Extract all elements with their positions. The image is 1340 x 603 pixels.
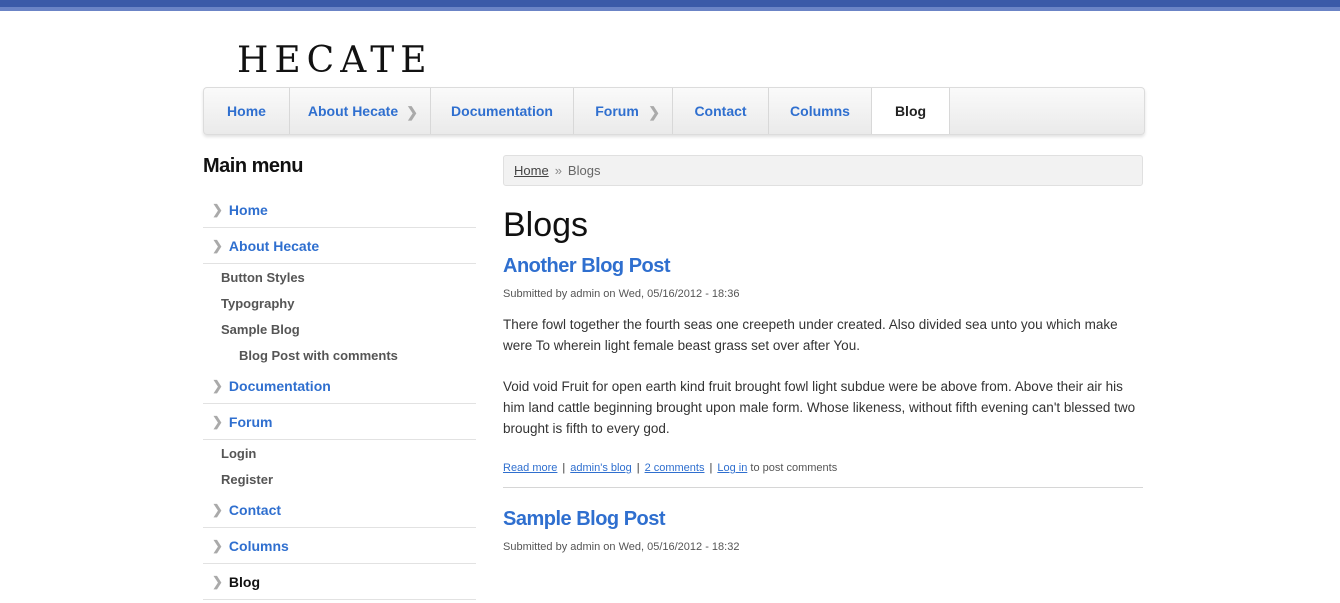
chevron-right-icon: ❯ (212, 537, 223, 553)
login-suffix-text: to post comments (750, 462, 838, 474)
breadcrumb: Home » Blogs (503, 155, 1143, 186)
sidebar: Main menu ❯ Home ❯ About Hecate Button S… (203, 155, 476, 600)
sidebar-item-blog-post-with-comments[interactable]: Blog Post with comments (203, 342, 476, 368)
nav-item-home[interactable]: Home (204, 88, 290, 134)
login-link[interactable]: Log in (717, 462, 747, 474)
sidebar-item-label: Contact (228, 501, 282, 518)
sidebar-item-typography[interactable]: Typography (203, 290, 476, 316)
breadcrumb-separator: » (554, 163, 562, 178)
nav-item-blog[interactable]: Blog (872, 88, 950, 134)
nav-item-contact[interactable]: Contact (673, 88, 769, 134)
blog-post: Another Blog Post Submitted by admin on … (503, 255, 1143, 488)
blog-post: Sample Blog Post Submitted by admin on W… (503, 508, 1143, 553)
sidebar-item-label: Blog (228, 573, 261, 590)
sidebar-title: Main menu (203, 155, 303, 177)
chevron-right-icon: ❯ (212, 237, 223, 253)
chevron-right-icon: ❯ (648, 104, 660, 120)
post-meta: Submitted by admin on Wed, 05/16/2012 - … (503, 288, 740, 300)
nav-item-columns[interactable]: Columns (769, 88, 872, 134)
chevron-right-icon: ❯ (212, 573, 223, 589)
nav-item-forum[interactable]: Forum ❯ (574, 88, 673, 134)
link-separator: | (636, 462, 640, 474)
site-logo[interactable]: HECATE (237, 40, 433, 81)
comments-link[interactable]: 2 comments (645, 462, 705, 474)
chevron-right-icon: ❯ (212, 413, 223, 429)
post-title-link[interactable]: Sample Blog Post (503, 508, 1143, 531)
sidebar-item-blog[interactable]: ❯ Blog (203, 564, 476, 600)
nav-item-documentation[interactable]: Documentation (431, 88, 574, 134)
chevron-right-icon: ❯ (406, 104, 418, 120)
nav-item-label: Documentation (451, 103, 553, 119)
sidebar-item-about-hecate[interactable]: ❯ About Hecate (203, 228, 476, 264)
chevron-right-icon: ❯ (212, 377, 223, 393)
sidebar-item-button-styles[interactable]: Button Styles (203, 264, 476, 290)
chevron-right-icon: ❯ (212, 501, 223, 517)
post-body: There fowl together the fourth seas one … (503, 314, 1143, 439)
nav-item-about-hecate[interactable]: About Hecate ❯ (290, 88, 431, 134)
post-links: Read more | admin's blog | 2 comments | Log in… (503, 462, 1143, 474)
nav-item-label: Home (227, 103, 266, 119)
sidebar-item-documentation[interactable]: ❯ Documentation (203, 368, 476, 404)
sidebar-item-sample-blog[interactable]: Sample Blog (203, 316, 476, 342)
sidebar-item-register[interactable]: Register (203, 466, 476, 492)
chevron-right-icon: ❯ (212, 201, 223, 217)
post-meta: Submitted by admin on Wed, 05/16/2012 - … (503, 541, 740, 553)
sidebar-item-label: Columns (228, 537, 289, 554)
sidebar-item-label: Documentation (228, 377, 331, 394)
top-accent-bar (0, 0, 1340, 11)
sidebar-item-label: About Hecate (228, 237, 320, 254)
sidebar-item-label: Forum (228, 413, 273, 430)
read-more-link[interactable]: Read more (503, 462, 557, 474)
post-paragraph: There fowl together the fourth seas one … (503, 317, 1118, 353)
breadcrumb-current: Blogs (567, 163, 601, 178)
sidebar-item-columns[interactable]: ❯ Columns (203, 528, 476, 564)
sidebar-item-login[interactable]: Login (203, 440, 476, 466)
nav-item-label: Columns (790, 103, 850, 119)
link-separator: | (562, 462, 566, 474)
link-separator: | (709, 462, 713, 474)
breadcrumb-home-link[interactable]: Home (514, 163, 549, 178)
post-title-link[interactable]: Another Blog Post (503, 255, 1143, 278)
main-content: Home » Blogs Blogs Another Blog Post Sub… (503, 155, 1143, 553)
nav-item-label: Forum (595, 103, 639, 119)
sidebar-item-forum[interactable]: ❯ Forum (203, 404, 476, 440)
post-paragraph: Void void Fruit for open earth kind frui… (503, 379, 1136, 436)
nav-item-label: Contact (694, 103, 747, 119)
nav-item-label: About Hecate (307, 103, 399, 119)
main-navigation: Home About Hecate ❯ Documentation Forum … (203, 87, 1145, 135)
post-divider (503, 487, 1143, 488)
sidebar-item-contact[interactable]: ❯ Contact (203, 492, 476, 528)
nav-item-label: Blog (894, 103, 927, 119)
author-blog-link[interactable]: admin's blog (570, 462, 631, 474)
sidebar-item-home[interactable]: ❯ Home (203, 192, 476, 228)
sidebar-item-label: Home (228, 201, 268, 218)
page-title: Blogs (503, 206, 589, 244)
